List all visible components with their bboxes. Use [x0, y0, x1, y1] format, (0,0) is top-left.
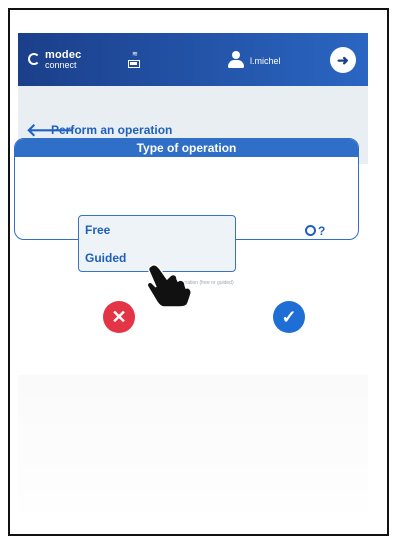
hand-cursor-icon [146, 264, 192, 307]
back-button[interactable]: 🡐 [26, 121, 74, 139]
signal-icon: ≋ [132, 51, 138, 58]
option-free[interactable]: Free [85, 223, 110, 237]
user-name: l.michel [250, 56, 281, 66]
battery-icon: ≋ [126, 51, 144, 71]
help-button[interactable]: ? [305, 224, 325, 238]
gear-help-icon [305, 225, 316, 236]
top-bar: modec connect ≋ l.michel ➜ [18, 33, 368, 86]
confirm-button[interactable]: ✓ [273, 301, 305, 333]
cancel-icon: ✕ [111, 307, 127, 327]
logo-ring-icon [28, 53, 40, 65]
modec-connect-logo: modec connect [28, 49, 83, 71]
operation-type-title: Type of operation [15, 139, 358, 157]
option-guided[interactable]: Guided [85, 251, 126, 265]
user-icon [232, 51, 240, 59]
cancel-button[interactable]: ✕ [103, 301, 135, 333]
app-screen: modec connect ≋ l.michel ➜ 🡐 Perform an … [18, 33, 368, 513]
logout-button[interactable]: ➜ [330, 47, 356, 73]
check-icon: ✓ [281, 307, 297, 327]
page-title: Perform an operation [51, 123, 173, 137]
logout-icon: ➜ [337, 52, 349, 68]
operation-hint: Select ... operation (free or guided) [156, 280, 234, 286]
content-background [18, 375, 368, 513]
